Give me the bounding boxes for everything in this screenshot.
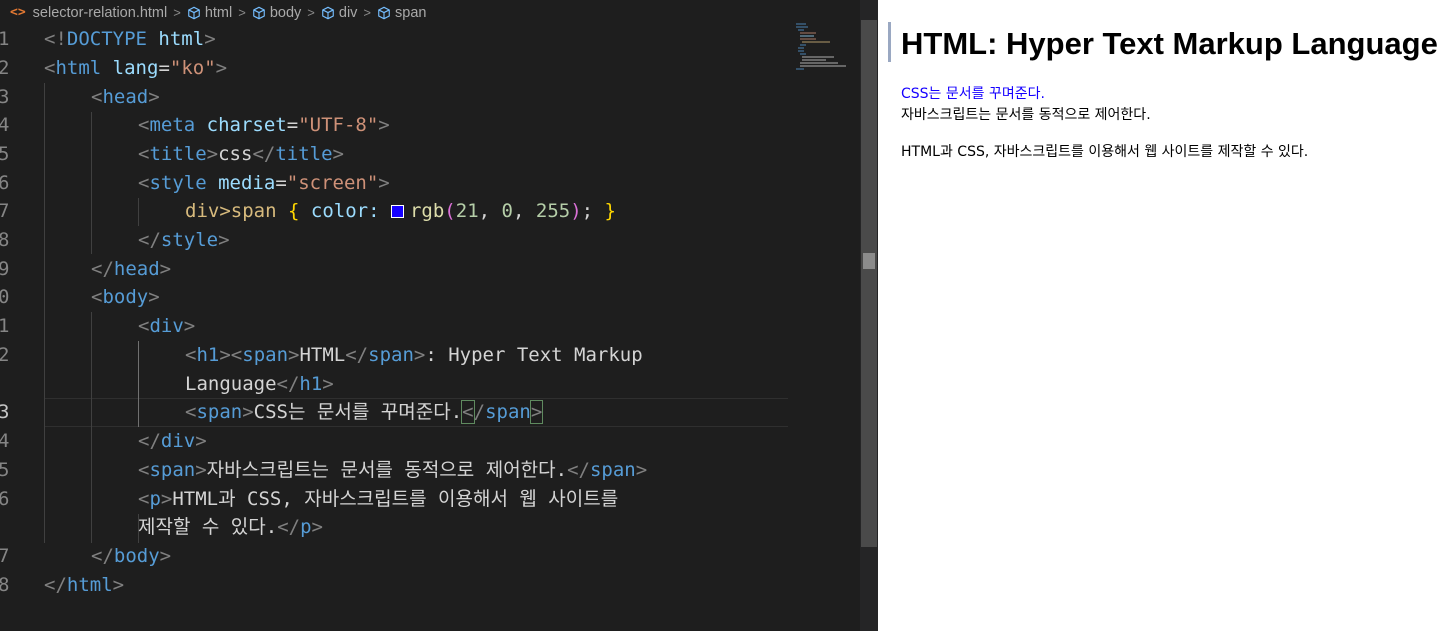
html-file-icon: <> — [10, 5, 26, 20]
preview-heading: HTML: Hyper Text Markup Language — [901, 26, 1438, 61]
code-line: <style media="screen"> — [138, 172, 390, 194]
chevron-right-icon: > — [238, 5, 246, 20]
line-number: 1 — [0, 28, 10, 50]
line-number: 8 — [0, 229, 10, 251]
line-number: 1 — [0, 315, 10, 337]
breadcrumb: <> selector-relation.html > html > body … — [0, 0, 860, 25]
breadcrumb-item-html[interactable]: html — [187, 5, 232, 21]
scrollbar-cursor-marker — [863, 253, 875, 269]
code-line: </head> — [91, 258, 172, 280]
breadcrumb-item-body[interactable]: body — [252, 5, 301, 21]
line-number: 6 — [0, 488, 10, 510]
breadcrumb-item-label: html — [204, 4, 233, 21]
element-cube-icon — [188, 6, 200, 19]
browser-preview: HTML: Hyper Text Markup Language CSS는 문서… — [878, 0, 1451, 631]
line-number: 5 — [0, 459, 10, 481]
preview-span: 자바스크립트는 문서를 동적으로 제어한다. — [901, 107, 1151, 123]
code-line: </style> — [138, 229, 230, 251]
code-line: <div> — [138, 315, 196, 337]
code-line: <!DOCTYPE html> — [44, 28, 216, 50]
element-cube-icon — [322, 6, 334, 19]
preview-span-styled: CSS는 문서를 꾸며준다. — [901, 86, 1045, 102]
line-number: 3 — [0, 86, 10, 108]
breadcrumb-item-span[interactable]: span — [377, 5, 426, 21]
code-line: <h1><span>HTML</span>: Hyper Text Markup — [185, 344, 643, 366]
line-number: 8 — [0, 574, 10, 596]
chevron-right-icon: > — [173, 5, 181, 20]
code-line: div>span { color: rgb(21, 0, 255); } — [185, 200, 616, 222]
element-cube-icon — [253, 6, 265, 19]
preview-accent-bar — [888, 22, 891, 62]
bracket-match-highlight: < — [461, 400, 475, 424]
code-line: <head> — [91, 86, 160, 108]
line-number: 9 — [0, 258, 10, 280]
breadcrumb-file-label: selector-relation.html — [32, 4, 168, 21]
chevron-right-icon: > — [363, 5, 372, 20]
color-swatch[interactable] — [390, 205, 404, 218]
line-number: 4 — [0, 114, 10, 136]
code-line: </html> — [44, 574, 125, 596]
code-line: <body> — [91, 286, 160, 308]
line-number: 5 — [0, 143, 10, 165]
line-number: 6 — [0, 172, 10, 194]
code-line: <meta charset="UTF-8"> — [138, 114, 390, 136]
indent-guide-active — [138, 341, 139, 427]
line-number: 0 — [0, 286, 10, 308]
line-number: 4 — [0, 430, 10, 452]
code-line-wrapped: 제작할 수 있다.</p> — [138, 516, 323, 538]
line-number-active: 3 — [0, 401, 10, 423]
line-number: 7 — [0, 200, 10, 222]
breadcrumb-file[interactable]: <> selector-relation.html — [10, 5, 167, 21]
code-line-active: <span>CSS는 문서를 꾸며준다.</span> — [185, 400, 544, 424]
bracket-match-highlight: > — [529, 400, 544, 424]
element-cube-icon — [378, 6, 390, 19]
line-number: 7 — [0, 545, 10, 567]
indent-guide — [138, 198, 139, 226]
line-number: 2 — [0, 344, 10, 366]
scrollbar-thumb[interactable] — [861, 20, 877, 547]
minimap[interactable] — [794, 22, 860, 72]
chevron-right-icon: > — [307, 5, 315, 20]
breadcrumb-item-label: div — [338, 4, 358, 21]
code-line-wrapped: Language</h1> — [185, 373, 334, 395]
code-line: </div> — [138, 430, 207, 452]
preview-paragraph: HTML과 CSS, 자바스크립트를 이용해서 웹 사이트를 제작할 수 있다. — [901, 144, 1309, 160]
code-line: <title>css</title> — [138, 143, 344, 165]
code-line: <p>HTML과 CSS, 자바스크립트를 이용해서 웹 사이트를 — [138, 488, 619, 510]
code-line: <html lang="ko"> — [44, 57, 228, 79]
breadcrumb-item-div[interactable]: div — [321, 4, 358, 21]
line-number: 2 — [0, 57, 10, 79]
breadcrumb-item-label: body — [269, 4, 302, 21]
vertical-scrollbar[interactable] — [860, 0, 878, 631]
code-line: </body> — [91, 545, 172, 567]
code-line: <span>자바스크립트는 문서를 동적으로 제어한다.</span> — [138, 459, 648, 481]
indent-guide — [91, 112, 92, 254]
breadcrumb-item-label: span — [395, 4, 427, 21]
indent-guide — [44, 83, 45, 543]
indent-guide — [91, 312, 92, 543]
code-editor[interactable]: <> selector-relation.html > html > body … — [0, 0, 860, 631]
